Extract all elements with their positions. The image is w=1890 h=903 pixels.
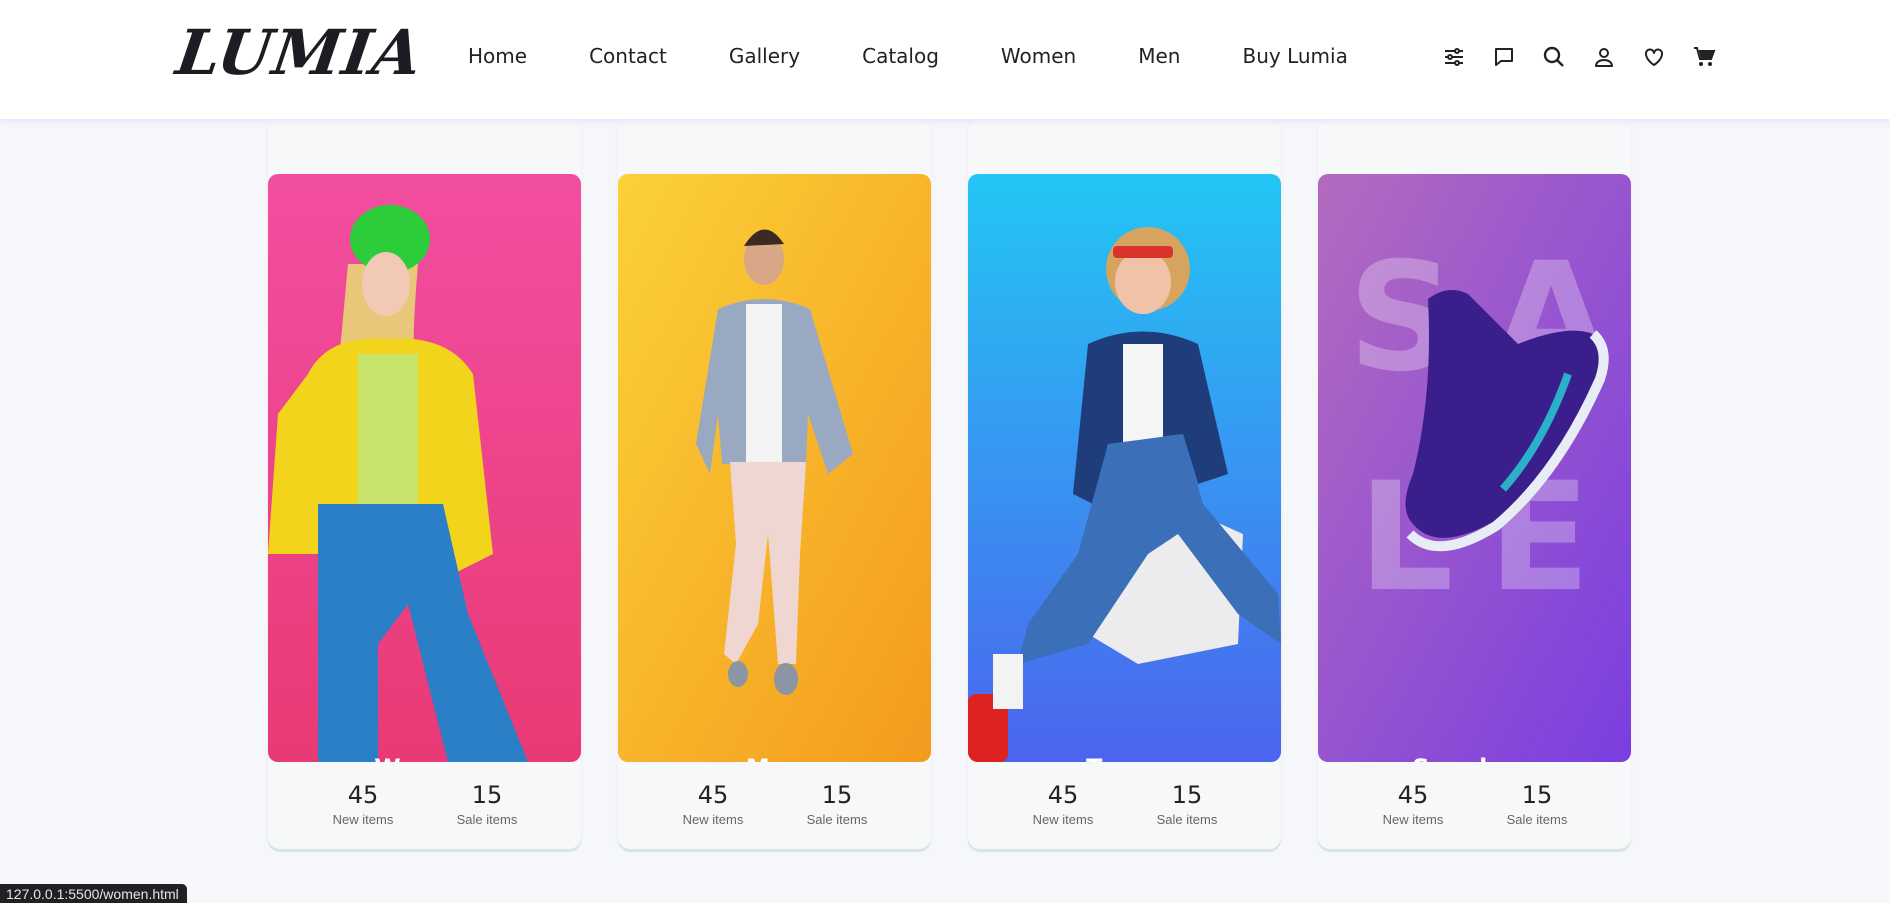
nav-women[interactable]: Women: [1001, 44, 1076, 68]
sale-items-count: 15: [1521, 781, 1553, 809]
nav-home[interactable]: Home: [468, 44, 527, 68]
nav-buy-lumia[interactable]: Buy Lumia: [1242, 44, 1347, 68]
sale-items-stat: 15 Sale items: [792, 781, 882, 827]
new-items-stat: 45 New items: [668, 781, 758, 827]
sale-items-label: Sale items: [1506, 812, 1568, 827]
category-card-sneakers[interactable]: S A L E Sneakers 45 New items 15 Sale it…: [1318, 119, 1631, 849]
sale-items-label: Sale items: [456, 812, 518, 827]
cart-icon[interactable]: [1692, 45, 1716, 69]
sale-items-count: 15: [821, 781, 853, 809]
new-items-count: 45: [1397, 781, 1429, 809]
category-card-men[interactable]: Men 45 New items 15 Sale items: [618, 119, 931, 849]
sale-items-label: Sale items: [1156, 812, 1218, 827]
category-card-teens[interactable]: Teens 45 New items 15 Sale items: [968, 119, 1281, 849]
heart-icon[interactable]: [1642, 45, 1666, 69]
category-image-sneakers[interactable]: S A L E Sneakers: [1318, 174, 1631, 762]
category-image-teens[interactable]: Teens: [968, 174, 1281, 762]
user-icon[interactable]: [1592, 45, 1616, 69]
new-items-stat: 45 New items: [318, 781, 408, 827]
nav-catalog[interactable]: Catalog: [862, 44, 939, 68]
filter-sliders-icon[interactable]: [1442, 45, 1466, 69]
new-items-label: New items: [332, 812, 394, 827]
sale-items-stat: 15 Sale items: [1492, 781, 1582, 827]
status-url-bar: 127.0.0.1:5500/women.html: [0, 884, 187, 903]
category-image-men[interactable]: Men: [618, 174, 931, 762]
sale-items-count: 15: [471, 781, 503, 809]
category-title-sneakers: Sneakers: [1318, 754, 1631, 762]
category-image-women[interactable]: Women: [268, 174, 581, 762]
nav-men[interactable]: Men: [1138, 44, 1180, 68]
new-items-count: 45: [1047, 781, 1079, 809]
site-header: LUMIA Home Contact Gallery Catalog Women…: [0, 0, 1890, 119]
new-items-label: New items: [1032, 812, 1094, 827]
category-title-teens: Teens: [968, 754, 1281, 762]
category-title-women: Women: [268, 754, 581, 762]
new-items-label: New items: [682, 812, 744, 827]
new-items-stat: 45 New items: [1368, 781, 1458, 827]
new-items-count: 45: [347, 781, 379, 809]
category-card-women[interactable]: Women 45 New items 15 Sale items: [268, 119, 581, 849]
category-cards: Women 45 New items 15 Sale items: [268, 119, 1631, 849]
new-items-label: New items: [1382, 812, 1444, 827]
sale-items-count: 15: [1171, 781, 1203, 809]
chat-icon[interactable]: [1492, 45, 1516, 69]
sale-items-label: Sale items: [806, 812, 868, 827]
main-nav: Home Contact Gallery Catalog Women Men B…: [468, 44, 1410, 68]
nav-contact[interactable]: Contact: [589, 44, 667, 68]
search-icon[interactable]: [1542, 45, 1566, 69]
sale-items-stat: 15 Sale items: [442, 781, 532, 827]
sale-items-stat: 15 Sale items: [1142, 781, 1232, 827]
new-items-count: 45: [697, 781, 729, 809]
nav-gallery[interactable]: Gallery: [729, 44, 800, 68]
category-title-men: Men: [618, 754, 931, 762]
header-icons: [1442, 45, 1716, 69]
brand-logo[interactable]: LUMIA: [172, 16, 427, 89]
new-items-stat: 45 New items: [1018, 781, 1108, 827]
